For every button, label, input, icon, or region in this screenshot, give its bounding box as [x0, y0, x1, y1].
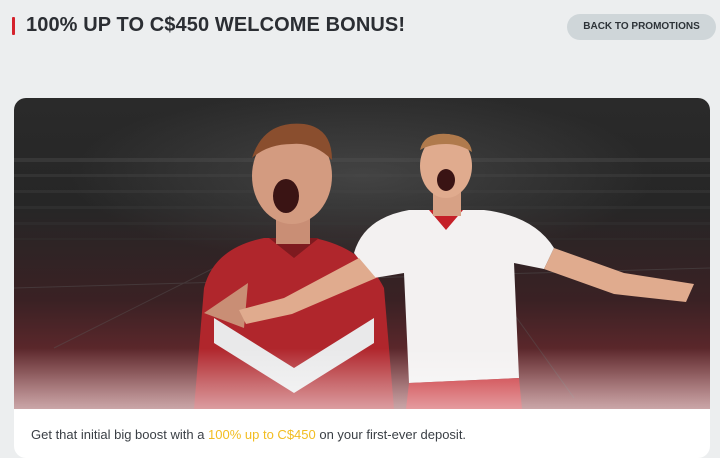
description-text-start: Get that initial big boost with a [31, 427, 209, 442]
football-players-illustration [14, 123, 710, 409]
hero-bottom-fade [14, 348, 710, 409]
back-to-promotions-button[interactable]: BACK TO PROMOTIONS [567, 14, 716, 40]
description-text-end: on your first-ever deposit. [315, 427, 467, 442]
promotion-card: Get that initial big boost with a 100% u… [14, 98, 710, 458]
page-header: 100% UP TO C$450 WELCOME BONUS! BACK TO … [0, 0, 720, 56]
promotion-description: Get that initial big boost with a 100% u… [31, 427, 466, 442]
stadium-stands [14, 158, 710, 240]
bonus-highlight: 100% up to C$450 [208, 427, 316, 442]
page-title: 100% UP TO C$450 WELCOME BONUS! [26, 14, 406, 36]
promotion-hero-image [14, 98, 710, 409]
title-accent-bar [12, 17, 15, 35]
